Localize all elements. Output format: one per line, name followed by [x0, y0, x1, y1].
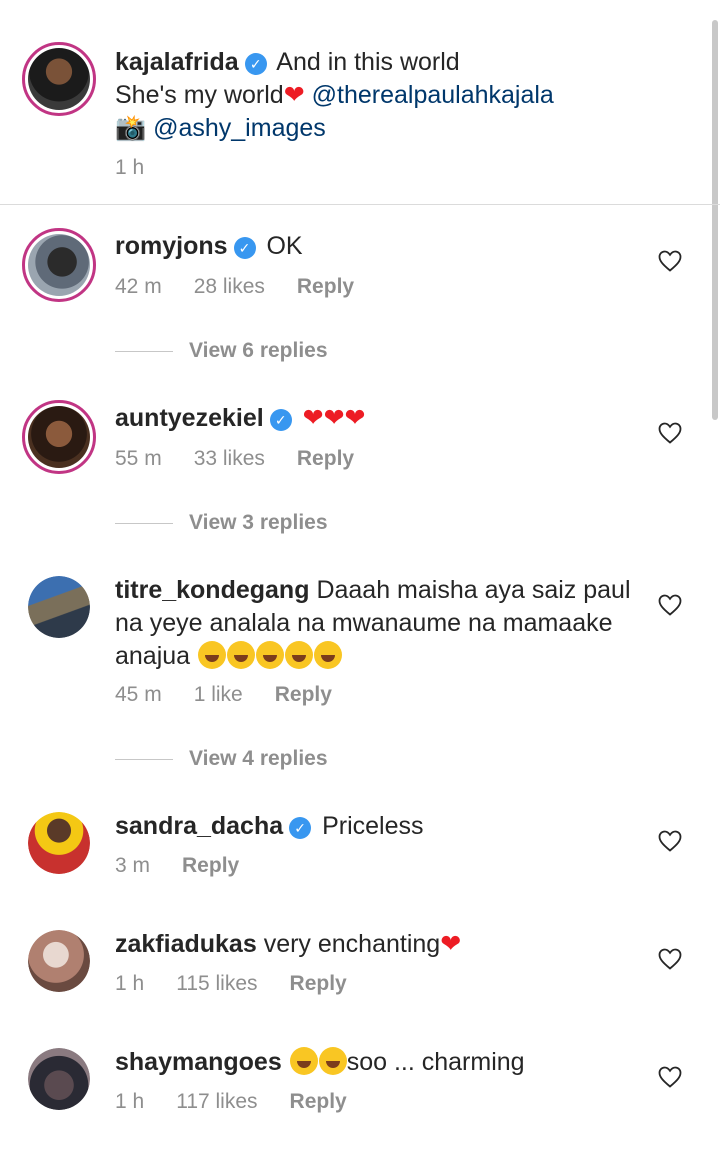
comment-likes[interactable]: 33 likes — [194, 447, 265, 470]
view-replies-label: View 3 replies — [189, 511, 328, 534]
reply-button[interactable]: Reply — [290, 972, 347, 995]
comment-meta: 3 m Reply — [115, 854, 271, 878]
comment-likes[interactable]: 28 likes — [194, 275, 265, 298]
comment-time: 1 h — [115, 972, 145, 995]
comment-body: soo ... charming — [346, 1048, 525, 1076]
laughing-emoji-icon — [197, 641, 343, 670]
caption-line-2: She's my world — [115, 81, 284, 109]
verified-badge-icon: ✓ — [233, 237, 256, 259]
comment-username[interactable]: shaymangoes — [115, 1048, 282, 1076]
comment-meta: 1 h 117 likes Reply — [115, 1090, 379, 1114]
camera-emoji: 📸 — [115, 114, 147, 142]
comment-text: auntyezekiel ✓ ❤❤❤ — [115, 402, 635, 435]
comment-text: shaymangoes soo ... charming — [115, 1046, 635, 1079]
avatar[interactable] — [28, 812, 90, 874]
divider-line — [115, 350, 173, 352]
comment-time: 45 m — [115, 683, 162, 706]
comment-meta: 45 m 1 like Reply — [115, 683, 364, 707]
avatar[interactable] — [22, 228, 96, 302]
post-username[interactable]: kajalafrida — [115, 48, 239, 76]
view-replies-button[interactable]: View 6 replies — [115, 339, 328, 363]
divider-line — [115, 522, 173, 524]
comment-body: ❤❤❤ — [302, 404, 366, 432]
heart-emoji: ❤ — [283, 81, 305, 109]
mention-link[interactable]: @therealpaulahkajala — [312, 81, 554, 109]
view-replies-label: View 4 replies — [189, 747, 328, 770]
caption-text: kajalafrida ✓ And in this world She's my … — [115, 46, 635, 145]
avatar-image — [28, 930, 90, 992]
avatar[interactable] — [28, 1048, 90, 1110]
heart-outline-icon[interactable] — [658, 250, 682, 272]
view-replies-button[interactable]: View 3 replies — [115, 511, 328, 535]
avatar-image — [28, 1048, 90, 1110]
comment-text: sandra_dacha ✓ Priceless — [115, 810, 635, 843]
verified-badge-icon: ✓ — [244, 53, 267, 75]
comment-item: titre_kondegang Daaah maisha aya saiz pa… — [0, 566, 720, 781]
reply-button[interactable]: Reply — [290, 1090, 347, 1113]
comment-item: sandra_dacha ✓ Priceless 3 m Reply — [0, 802, 720, 907]
reply-button[interactable]: Reply — [182, 854, 239, 877]
caption-line-1: And in this world — [276, 48, 460, 76]
heart-outline-icon[interactable] — [658, 422, 682, 444]
comment-item: zakfiadukas very enchanting❤ 1 h 115 like… — [0, 920, 720, 1025]
heart-outline-icon[interactable] — [658, 830, 682, 852]
reply-button[interactable]: Reply — [275, 683, 332, 706]
post-time: 1 h — [115, 156, 145, 179]
comment-meta: 55 m 33 likes Reply — [115, 447, 386, 471]
avatar-image — [28, 234, 90, 296]
heart-emoji: ❤ — [440, 930, 462, 958]
comment-username[interactable]: zakfiadukas — [115, 930, 257, 958]
comment-time: 55 m — [115, 447, 162, 470]
avatar[interactable] — [22, 400, 96, 474]
comment-meta: 42 m 28 likes Reply — [115, 275, 386, 299]
divider-line — [115, 758, 173, 760]
comment-text: titre_kondegang Daaah maisha aya saiz pa… — [115, 574, 635, 673]
comment-username[interactable]: romyjons — [115, 232, 228, 260]
comment-time: 3 m — [115, 854, 151, 877]
comment-time: 1 h — [115, 1090, 145, 1113]
avatar-image — [28, 48, 90, 110]
avatar[interactable] — [28, 576, 90, 638]
mention-link[interactable]: @ashy_images — [153, 114, 326, 142]
avatar-image — [28, 576, 90, 638]
heart-outline-icon[interactable] — [658, 948, 682, 970]
reply-button[interactable]: Reply — [297, 275, 354, 298]
comment-username[interactable]: titre_kondegang — [115, 576, 309, 604]
heart-outline-icon[interactable] — [658, 1066, 682, 1088]
comment-item: auntyezekiel ✓ ❤❤❤ 55 m 33 likes Reply View… — [0, 394, 720, 544]
comment-item: shaymangoes soo ... charming 1 h 117 like… — [0, 1038, 720, 1143]
comment-time: 42 m — [115, 275, 162, 298]
comment-text: zakfiadukas very enchanting❤ — [115, 928, 635, 961]
comment-meta: 1 h 115 likes Reply — [115, 972, 379, 996]
verified-badge-icon: ✓ — [269, 409, 292, 431]
post-caption: kajalafrida ✓ And in this world She's my … — [0, 0, 720, 205]
comment-body: Priceless — [322, 812, 424, 840]
rofl-emoji-icon — [289, 1047, 347, 1076]
comment-likes[interactable]: 1 like — [194, 683, 243, 706]
comment-item: romyjons ✓ OK 42 m 28 likes Reply View 6 re… — [0, 222, 720, 372]
comment-body: very enchanting — [263, 930, 441, 958]
comment-username[interactable]: sandra_dacha — [115, 812, 283, 840]
view-replies-label: View 6 replies — [189, 339, 328, 362]
comment-username[interactable]: auntyezekiel — [115, 404, 264, 432]
comment-body: OK — [266, 232, 303, 260]
avatar-image — [28, 812, 90, 874]
reply-button[interactable]: Reply — [297, 447, 354, 470]
avatar[interactable] — [28, 930, 90, 992]
comment-likes[interactable]: 117 likes — [176, 1090, 257, 1113]
comment-likes[interactable]: 115 likes — [176, 972, 257, 995]
comment-text: romyjons ✓ OK — [115, 230, 635, 263]
heart-outline-icon[interactable] — [658, 594, 682, 616]
verified-badge-icon: ✓ — [289, 817, 312, 839]
avatar-image — [28, 406, 90, 468]
avatar[interactable] — [22, 42, 96, 116]
view-replies-button[interactable]: View 4 replies — [115, 747, 328, 771]
